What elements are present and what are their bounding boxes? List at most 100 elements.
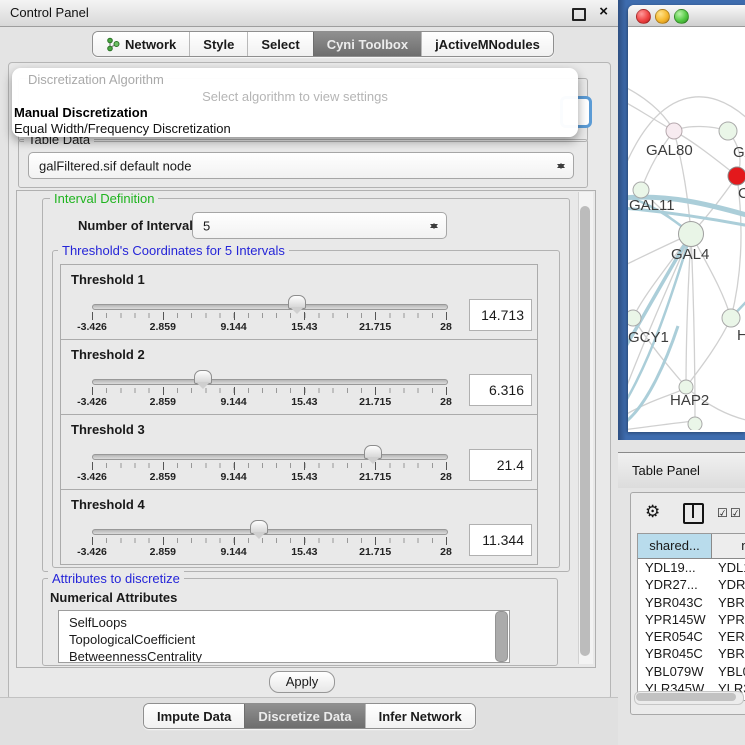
- tick-label: 28: [440, 546, 452, 558]
- tab-network[interactable]: Network: [93, 32, 189, 56]
- table-row[interactable]: YDL19...YDL1: [638, 559, 745, 576]
- major-tick: [375, 537, 376, 545]
- tab-discretize-data[interactable]: Discretize Data: [244, 704, 364, 728]
- threshold-4-label: Threshold 4: [71, 497, 145, 512]
- close-icon[interactable]: ×: [599, 3, 608, 20]
- threshold-1-slider-track[interactable]: [92, 304, 448, 310]
- table-hscrollbar-thumb[interactable]: [636, 693, 736, 701]
- threshold-4-slider-track[interactable]: [92, 529, 448, 535]
- tick-label: 2.859: [150, 321, 176, 333]
- table-row[interactable]: YDR27...YDR2: [638, 576, 745, 593]
- network-node[interactable]: [688, 417, 702, 430]
- column-header-shared-name[interactable]: shared...: [638, 534, 712, 559]
- network-node[interactable]: [728, 167, 745, 185]
- list-item[interactable]: SelfLoops: [59, 611, 509, 631]
- option-equal-width-frequency[interactable]: Equal Width/Frequency Discretization: [14, 121, 231, 136]
- tab-style[interactable]: Style: [189, 32, 247, 56]
- table-cell[interactable]: YBR045C: [638, 645, 711, 662]
- network-node[interactable]: [679, 222, 704, 247]
- table-cell[interactable]: YBL079W: [638, 663, 711, 680]
- table-row[interactable]: YBR043CYBR0: [638, 594, 745, 611]
- mac-zoom-button[interactable]: [674, 9, 689, 24]
- major-tick: [304, 537, 305, 545]
- table-cell[interactable]: YER0: [711, 628, 745, 645]
- threshold-1-label: Threshold 1: [71, 272, 145, 287]
- tab-jactivemnodules-label: jActiveMNodules: [435, 37, 540, 52]
- table-cell[interactable]: YBR0: [711, 645, 745, 662]
- tab-jactivemnodules[interactable]: jActiveMNodules: [421, 32, 553, 56]
- threshold-2-value-field[interactable]: 6.316: [469, 374, 532, 406]
- tick-marks: [92, 463, 447, 468]
- tab-select[interactable]: Select: [247, 32, 312, 56]
- network-edge: [686, 318, 731, 387]
- tab-impute-data[interactable]: Impute Data: [144, 704, 244, 728]
- table-cell[interactable]: YPR145W: [638, 611, 711, 628]
- major-tick: [446, 462, 447, 470]
- checkbox-icon[interactable]: ☑: [717, 506, 728, 520]
- number-of-intervals-combo[interactable]: 5: [192, 212, 447, 239]
- tick-label: 15.43: [291, 396, 317, 408]
- top-tab-bar: Network Style Select Cyni Toolbox jActiv…: [92, 31, 554, 57]
- table-row[interactable]: YER054CYER0: [638, 628, 745, 645]
- network-canvas[interactable]: GAL80GACGAL11GAL4GCY1HHAP2: [628, 26, 745, 430]
- threshold-4-value-field[interactable]: 11.344: [469, 524, 532, 556]
- gear-icon[interactable]: ⚙: [645, 502, 660, 522]
- table-cell[interactable]: YDR27...: [638, 576, 711, 593]
- number-of-intervals-label: Number of Intervals: [78, 218, 200, 233]
- network-node[interactable]: [633, 182, 649, 198]
- network-node[interactable]: [719, 122, 737, 140]
- threshold-4-slider-thumb[interactable]: [250, 520, 268, 534]
- tab-cyni-toolbox[interactable]: Cyni Toolbox: [313, 32, 421, 56]
- table-cell[interactable]: YBR0: [711, 594, 745, 611]
- node-table: shared... na YDL19...YDL1YDR27...YDR2YBR…: [637, 533, 745, 701]
- threshold-1-slider-thumb[interactable]: [288, 295, 306, 309]
- panel-scrollbar-thumb[interactable]: [580, 206, 590, 656]
- network-node[interactable]: [628, 310, 641, 326]
- threshold-3-slider-track[interactable]: [92, 454, 448, 460]
- mac-close-button[interactable]: [636, 9, 651, 24]
- tab-infer-network[interactable]: Infer Network: [365, 704, 475, 728]
- option-manual-discretization[interactable]: Manual Discretization: [14, 105, 148, 120]
- table-cell[interactable]: YBL0: [711, 663, 745, 680]
- table-cell[interactable]: YDR2: [711, 576, 745, 593]
- mac-minimize-button[interactable]: [655, 9, 670, 24]
- threshold-2-slider-thumb[interactable]: [194, 370, 212, 384]
- apply-button[interactable]: Apply: [269, 671, 335, 693]
- network-node[interactable]: [666, 123, 682, 139]
- list-scrollbar-thumb[interactable]: [495, 611, 508, 662]
- table-cell[interactable]: YBR043C: [638, 594, 711, 611]
- table-cell[interactable]: YPR1: [711, 611, 745, 628]
- combo-stepper-icon: [430, 219, 439, 233]
- network-node[interactable]: [722, 309, 740, 327]
- major-tick: [375, 387, 376, 395]
- table-panel-title: Table Panel: [632, 463, 700, 478]
- table-cell[interactable]: YDL19...: [638, 559, 711, 576]
- node-label: GAL4: [671, 246, 709, 263]
- table-cell[interactable]: YER054C: [638, 628, 711, 645]
- major-tick: [304, 312, 305, 320]
- table-cell[interactable]: YDL1: [711, 559, 745, 576]
- table-row[interactable]: YBL079WYBL0: [638, 663, 745, 680]
- list-item[interactable]: TopologicalCoefficient: [59, 631, 509, 648]
- threshold-3-slider-thumb[interactable]: [364, 445, 382, 459]
- table-data-combo[interactable]: galFiltered.sif default node: [28, 152, 574, 179]
- float-window-icon[interactable]: [572, 8, 586, 21]
- list-item[interactable]: BetweennessCentrality: [59, 648, 509, 663]
- numerical-attributes-heading: Numerical Attributes: [50, 590, 177, 605]
- control-panel-titlebar: Control Panel ×: [0, 0, 618, 27]
- threshold-1-value-field[interactable]: 14.713: [469, 299, 532, 331]
- tick-label: 9.144: [220, 546, 246, 558]
- threshold-2-slider-track[interactable]: [92, 379, 448, 385]
- attributes-list[interactable]: SelfLoops TopologicalCoefficient Between…: [58, 610, 510, 663]
- column-header-name[interactable]: na: [712, 534, 745, 559]
- table-row[interactable]: YPR145WYPR1: [638, 611, 745, 628]
- columns-icon[interactable]: [683, 503, 704, 524]
- table-panel: ⚙ ☑ ☑ shared... na YDL19...YDL1YDR27...Y…: [630, 492, 745, 715]
- major-tick: [375, 312, 376, 320]
- checkbox-icon[interactable]: ☑: [730, 506, 741, 520]
- table-row[interactable]: YBR045CYBR0: [638, 645, 745, 662]
- threshold-3-value-field[interactable]: 21.4: [469, 449, 532, 481]
- table-hscrollbar[interactable]: [634, 691, 744, 705]
- node-label: C: [738, 185, 745, 202]
- bottom-tab-bar: Impute Data Discretize Data Infer Networ…: [143, 703, 476, 729]
